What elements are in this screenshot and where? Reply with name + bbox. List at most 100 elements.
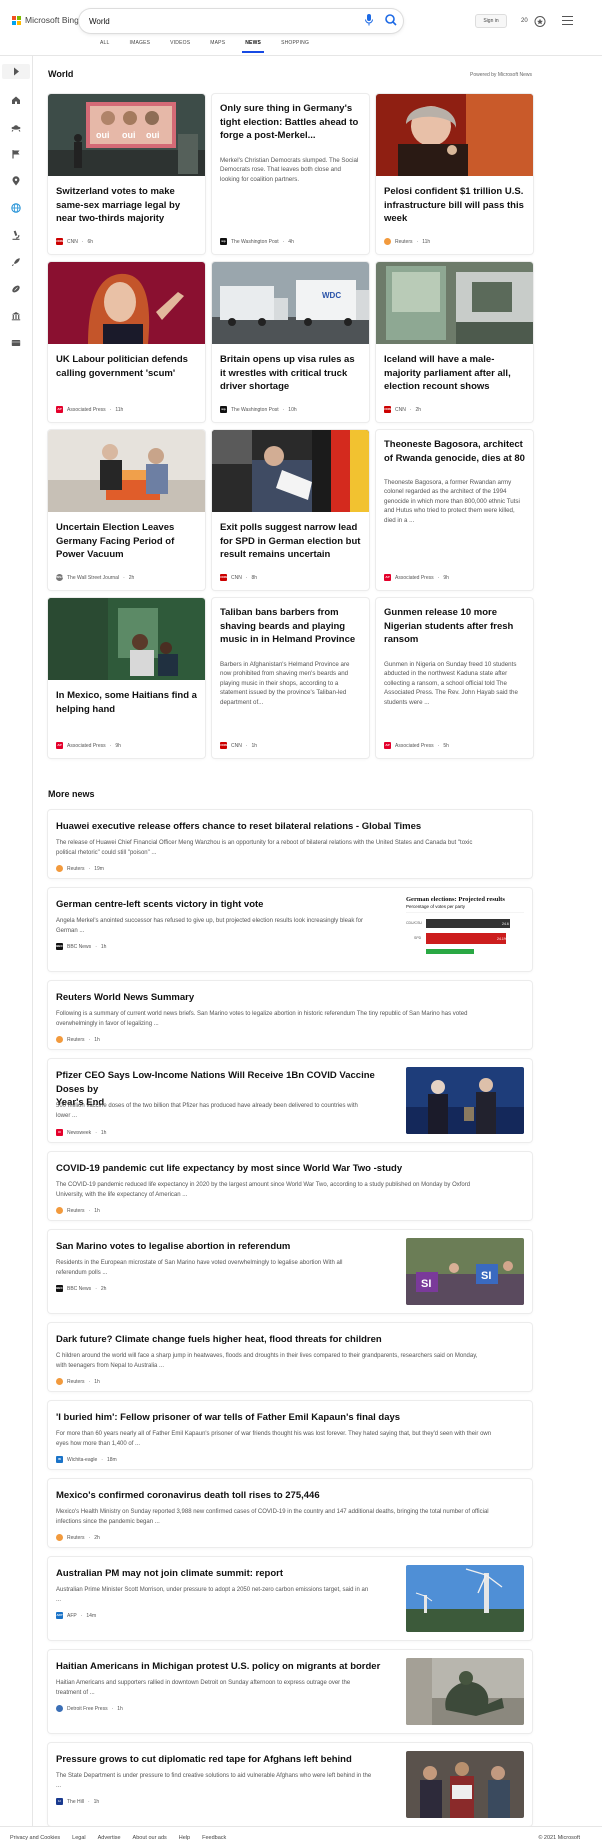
rewards-count[interactable]: 20: [521, 18, 528, 24]
location-pin-icon[interactable]: [11, 176, 21, 186]
card-title[interactable]: Britain opens up visa rules as it wrestl…: [220, 353, 362, 394]
row-title[interactable]: Reuters World News Summary: [56, 991, 194, 1005]
sidebar-expand-button[interactable]: [2, 64, 30, 79]
bank-icon[interactable]: [11, 311, 21, 321]
news-card[interactable]: In Mexico, some Haitians find a helping …: [48, 598, 205, 758]
rewards-medal-icon[interactable]: [533, 14, 547, 28]
provider-logo: CNN: [220, 742, 227, 749]
search-box[interactable]: [79, 9, 403, 33]
news-card[interactable]: UK Labour politician defends calling gov…: [48, 262, 205, 422]
news-card[interactable]: Gunmen release 10 more Nigerian students…: [376, 598, 533, 758]
card-title[interactable]: Pelosi confident $1 trillion U.S. infras…: [384, 185, 526, 226]
footer-link-legal[interactable]: Legal: [72, 1835, 85, 1841]
news-row[interactable]: COVID-19 pandemic cut life expectancy by…: [48, 1152, 532, 1220]
news-row[interactable]: German centre-left scents victory in tig…: [48, 888, 532, 971]
svg-text:SI: SI: [421, 1278, 431, 1290]
microscope-icon[interactable]: [11, 230, 21, 240]
row-title[interactable]: Pressure grows to cut diplomatic red tap…: [56, 1753, 352, 1767]
row-title[interactable]: COVID-19 pandemic cut life expectancy by…: [56, 1162, 402, 1176]
flag-icon[interactable]: [11, 149, 21, 159]
tab-shopping[interactable]: SHOPPING: [271, 40, 319, 54]
card-title[interactable]: UK Labour politician defends calling gov…: [56, 353, 198, 380]
globe-icon[interactable]: [11, 203, 21, 213]
microphone-icon[interactable]: [364, 13, 374, 27]
news-thumbnail: [406, 1565, 524, 1632]
row-title[interactable]: German centre-left scents victory in tig…: [56, 898, 263, 912]
news-row[interactable]: Australian PM may not join climate summi…: [48, 1557, 532, 1640]
row-title[interactable]: Mexico's confirmed coronavirus death tol…: [56, 1489, 320, 1503]
search-input[interactable]: [89, 15, 329, 27]
card-title[interactable]: In Mexico, some Haitians find a helping …: [56, 689, 198, 716]
row-title[interactable]: Dark future? Climate change fuels higher…: [56, 1333, 382, 1347]
news-row[interactable]: San Marino votes to legalise abortion in…: [48, 1230, 532, 1313]
provider-logo: W: [56, 1456, 63, 1463]
provider-logo: [384, 238, 391, 245]
card-title[interactable]: Exit polls suggest narrow lead for SPD i…: [220, 521, 362, 562]
chart-bar-value: 24.6: [502, 922, 509, 926]
news-row[interactable]: Pressure grows to cut diplomatic red tap…: [48, 1743, 532, 1826]
card-title[interactable]: Taliban bans barbers from shaving beards…: [220, 606, 362, 647]
news-card[interactable]: Uncertain Election Leaves Germany Facing…: [48, 430, 205, 590]
home-icon[interactable]: [11, 95, 21, 105]
provider: Detroit Free Press · 1h: [56, 1705, 123, 1712]
footer-link-advertise[interactable]: Advertise: [98, 1835, 121, 1841]
powered-by-label[interactable]: Powered by Microsoft News: [470, 72, 532, 78]
provider: Reuters · 1h: [56, 1036, 100, 1043]
news-row[interactable]: Pfizer CEO Says Low-Income Nations Will …: [48, 1059, 532, 1142]
news-card[interactable]: Pelosi confident $1 trillion U.S. infras…: [376, 94, 533, 254]
card-description: Merkel's Christian Democrats slumped. Th…: [220, 157, 359, 183]
news-row[interactable]: Mexico's confirmed coronavirus death tol…: [48, 1479, 532, 1547]
card-title[interactable]: Theoneste Bagosora, architect of Rwanda …: [384, 438, 526, 465]
news-row[interactable]: 'I buried him': Fellow prisoner of war t…: [48, 1401, 532, 1469]
card-description: Barbers in Afghanistan's Helmand Provinc…: [220, 661, 350, 706]
news-card[interactable]: Iceland will have a male-majority parlia…: [376, 262, 533, 422]
news-card[interactable]: Only sure thing in Germany's tight elect…: [212, 94, 369, 254]
footer-link-privacy[interactable]: Privacy and Cookies: [10, 1835, 60, 1841]
sign-in-button[interactable]: Sign in: [475, 14, 507, 28]
card-title[interactable]: Switzerland votes to make same-sex marri…: [56, 185, 198, 226]
row-title[interactable]: San Marino votes to legalise abortion in…: [56, 1240, 290, 1254]
news-row[interactable]: Reuters World News Summary Following is …: [48, 981, 532, 1049]
card-title[interactable]: Only sure thing in Germany's tight elect…: [220, 102, 362, 143]
card-title[interactable]: Uncertain Election Leaves Germany Facing…: [56, 521, 198, 562]
news-image: WDC: [212, 262, 369, 344]
tab-videos[interactable]: VIDEOS: [160, 40, 200, 54]
row-title[interactable]: Huawei executive release offers chance t…: [56, 820, 421, 834]
row-title[interactable]: Australian PM may not join climate summi…: [56, 1567, 283, 1581]
footer-link-help[interactable]: Help: [179, 1835, 190, 1841]
svg-text:oui: oui: [96, 130, 110, 140]
menu-hamburger-icon[interactable]: [562, 16, 573, 25]
news-thumbnail: [406, 1067, 524, 1134]
row-description: Haitian Americans and supporters rallied…: [56, 1680, 351, 1696]
film-icon[interactable]: [11, 338, 21, 348]
row-title[interactable]: Haitian Americans in Michigan protest U.…: [56, 1660, 380, 1674]
news-card[interactable]: Theoneste Bagosora, architect of Rwanda …: [376, 430, 533, 590]
footer-link-feedback[interactable]: Feedback: [202, 1835, 226, 1841]
news-card[interactable]: Exit polls suggest narrow lead for SPD i…: [212, 430, 369, 590]
rocket-icon[interactable]: [11, 257, 21, 267]
news-card[interactable]: Taliban bans barbers from shaving beards…: [212, 598, 369, 758]
card-title[interactable]: Gunmen release 10 more Nigerian students…: [384, 606, 526, 647]
footer-link-about-ads[interactable]: About our ads: [133, 1835, 167, 1841]
provider: Reuters · 1h: [56, 1378, 100, 1385]
ufo-icon[interactable]: [11, 122, 21, 132]
news-row[interactable]: Dark future? Climate change fuels higher…: [48, 1323, 532, 1391]
news-sidebar: [0, 56, 33, 1826]
news-row[interactable]: Haitian Americans in Michigan protest U.…: [48, 1650, 532, 1733]
bing-logo[interactable]: Microsoft Bing: [12, 15, 79, 25]
tab-maps[interactable]: MAPS: [200, 40, 235, 54]
news-row[interactable]: Huawei executive release offers chance t…: [48, 810, 532, 878]
tab-news[interactable]: NEWS: [235, 40, 271, 54]
news-card[interactable]: WDC Britain opens up visa rules as it wr…: [212, 262, 369, 422]
football-icon[interactable]: [11, 284, 21, 294]
provider: AP Associated Press · 11h: [56, 406, 124, 413]
tab-images[interactable]: IMAGES: [120, 40, 161, 54]
row-title[interactable]: 'I buried him': Fellow prisoner of war t…: [56, 1411, 400, 1425]
news-card[interactable]: oui oui oui Switzerland votes to make same…: [48, 94, 205, 254]
chart-title: German elections: Projected results: [406, 896, 505, 903]
card-title[interactable]: Iceland will have a male-majority parlia…: [384, 353, 526, 394]
tab-all[interactable]: ALL: [90, 40, 120, 54]
provider-logo: AP: [56, 742, 63, 749]
search-icon[interactable]: [382, 11, 400, 29]
provider: Reuters · 1h: [56, 1207, 100, 1214]
